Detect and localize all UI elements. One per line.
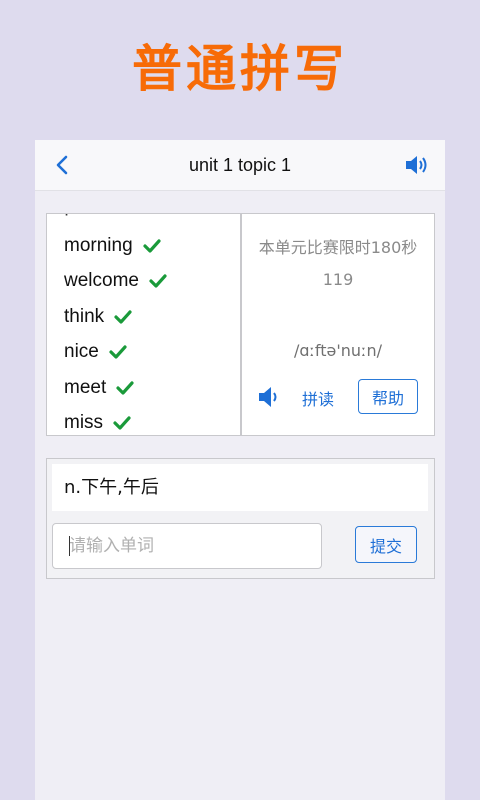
speaker-icon bbox=[406, 156, 427, 174]
checkmark-icon bbox=[143, 238, 161, 254]
submit-button[interactable]: 提交 bbox=[355, 526, 417, 563]
countdown-timer: 119 bbox=[322, 270, 354, 289]
top-bar: unit 1 topic 1 bbox=[35, 140, 445, 191]
answer-panel: n.下午,午后 提交 bbox=[46, 458, 435, 579]
word-text: welcome bbox=[64, 270, 139, 292]
app-screen: unit 1 topic 1 · morning welcome think nice… bbox=[35, 140, 445, 800]
word-meaning: n.下午,午后 bbox=[52, 464, 428, 511]
info-panel: 本单元比赛限时180秒 119 /ɑːftə'nuːn/ 拼读 帮助 bbox=[241, 213, 435, 436]
chevron-left-icon bbox=[56, 155, 68, 175]
word-list-item: miss bbox=[64, 406, 167, 436]
spell-read-link[interactable]: 拼读 bbox=[302, 386, 334, 410]
word-list: morning welcome think nice meet miss bbox=[64, 228, 167, 436]
phonetic-text: /ɑːftə'nuːn/ bbox=[293, 341, 382, 360]
word-text: meet bbox=[64, 376, 107, 398]
word-list-item: think bbox=[64, 299, 167, 335]
word-text: miss bbox=[64, 412, 104, 434]
word-text: nice bbox=[64, 341, 99, 363]
word-list-item: morning bbox=[64, 228, 167, 264]
help-button[interactable]: 帮助 bbox=[358, 379, 418, 414]
word-text: think bbox=[64, 305, 105, 327]
word-list-panel[interactable]: · morning welcome think nice meet miss bbox=[46, 213, 241, 436]
back-button[interactable] bbox=[49, 152, 75, 178]
word-input[interactable] bbox=[52, 523, 322, 569]
checkmark-icon bbox=[149, 273, 167, 289]
banner-title: 普通拼写 bbox=[132, 40, 348, 98]
text-caret bbox=[69, 536, 70, 556]
checkmark-icon bbox=[114, 309, 132, 325]
pronounce-button[interactable] bbox=[256, 384, 282, 410]
scrolled-out-item: · bbox=[64, 213, 70, 224]
word-text: morning bbox=[64, 234, 133, 256]
word-list-item: welcome bbox=[64, 264, 167, 300]
checkmark-icon bbox=[116, 380, 134, 396]
page-title: unit 1 topic 1 bbox=[188, 155, 292, 175]
word-list-item: meet bbox=[64, 370, 167, 406]
word-list-item: nice bbox=[64, 335, 167, 371]
checkmark-icon bbox=[109, 344, 127, 360]
speaker-icon bbox=[259, 387, 277, 407]
sound-button[interactable] bbox=[403, 152, 431, 178]
checkmark-icon bbox=[113, 415, 131, 431]
time-limit-text: 本单元比赛限时180秒 bbox=[258, 238, 418, 257]
